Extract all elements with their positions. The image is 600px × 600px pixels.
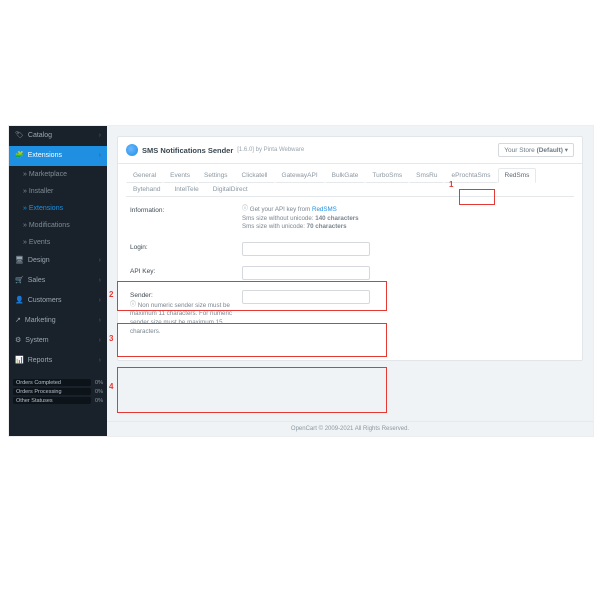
login-label: Login: [126, 242, 242, 251]
tab-events[interactable]: Events [163, 168, 197, 183]
sidebar: 🏷Catalog› 🧩Extensions› » Marketplace » I… [9, 126, 107, 436]
annotation-num-2: 2 [109, 290, 113, 299]
chevron-right-icon: › [99, 255, 101, 267]
sidebar-progress: Orders Completed0% Orders Processing0% O… [9, 379, 107, 404]
module-logo-icon [126, 144, 138, 156]
progress-other-statuses: Other Statuses [13, 397, 91, 404]
settings-panel: SMS Notifications Sender [1.6.0] by Pint… [117, 136, 583, 361]
information-label: Information: [126, 205, 242, 214]
chart-icon: 📊 [15, 355, 24, 367]
palette-icon: 🖥 [15, 255, 24, 267]
tab-bytehand[interactable]: Bytehand [126, 182, 167, 197]
page-title: SMS Notifications Sender [142, 146, 233, 155]
tab-redsms[interactable]: RedSms [498, 168, 537, 183]
tab-settings[interactable]: Settings [197, 168, 235, 183]
sidebar-item-system[interactable]: ⚙System› [9, 331, 107, 351]
sidebar-item-design[interactable]: 🖥Design› [9, 251, 107, 271]
tab-clickatell[interactable]: Clickatell [235, 168, 275, 183]
tab-digitaldirect[interactable]: DigitalDirect [206, 182, 255, 197]
sidebar-item-sales[interactable]: 🛒Sales› [9, 271, 107, 291]
sidebar-sub-marketplace[interactable]: » Marketplace [9, 166, 107, 183]
user-icon: 👤 [15, 295, 24, 307]
sender-input[interactable] [242, 290, 370, 304]
cart-icon: 🛒 [15, 275, 24, 287]
main-content: SMS Notifications Sender [1.6.0] by Pint… [107, 126, 593, 436]
info-icon: ⓘ [242, 206, 248, 212]
chevron-right-icon: › [99, 335, 101, 347]
tab-general[interactable]: General [126, 168, 163, 183]
sidebar-item-extensions[interactable]: 🧩Extensions› [9, 146, 107, 166]
chevron-right-icon: › [99, 150, 101, 162]
sidebar-item-catalog[interactable]: 🏷Catalog› [9, 126, 107, 146]
sender-label: Sender: ⓘ Non numeric sender size must b… [126, 290, 242, 337]
annotation-num-3: 3 [109, 334, 113, 343]
info-icon: ⓘ [130, 302, 136, 308]
sidebar-item-marketing[interactable]: ↗Marketing› [9, 311, 107, 331]
chevron-right-icon: › [99, 275, 101, 287]
tag-icon: 🏷 [15, 130, 24, 142]
progress-orders-completed: Orders Completed [13, 379, 91, 386]
sidebar-sub-installer[interactable]: » Installer [9, 183, 107, 200]
redsms-link[interactable]: RedSMS [312, 206, 337, 213]
tab-inteltele[interactable]: IntelTele [167, 182, 205, 197]
sidebar-sub-extensions[interactable]: » Extensions [9, 200, 107, 217]
chevron-down-icon: ▾ [565, 147, 568, 154]
puzzle-icon: 🧩 [15, 150, 24, 162]
sidebar-sub-modifications[interactable]: » Modifications [9, 217, 107, 234]
apikey-input[interactable] [242, 266, 370, 280]
progress-orders-processing: Orders Processing [13, 388, 91, 395]
chevron-right-icon: › [99, 355, 101, 367]
footer: OpenCart © 2009-2021 All Rights Reserved… [107, 421, 593, 436]
sidebar-sub-events[interactable]: » Events [9, 234, 107, 251]
tab-turbosms[interactable]: TurboSms [365, 168, 409, 183]
apikey-label: API Key: [126, 266, 242, 275]
sidebar-item-customers[interactable]: 👤Customers› [9, 291, 107, 311]
sidebar-item-reports[interactable]: 📊Reports› [9, 351, 107, 371]
annotation-num-4: 4 [109, 382, 113, 391]
gear-icon: ⚙ [15, 335, 21, 347]
information-text: ⓘ Get your API key from RedSMS Sms size … [242, 205, 574, 232]
share-icon: ↗ [15, 315, 21, 327]
tab-smsru[interactable]: SmsRu [409, 168, 444, 183]
chevron-right-icon: › [99, 130, 101, 142]
chevron-right-icon: › [99, 295, 101, 307]
chevron-right-icon: › [99, 315, 101, 327]
tabs: GeneralEventsSettingsClickatellGatewayAP… [118, 164, 582, 196]
annotation-num-1: 1 [449, 180, 453, 189]
store-select[interactable]: Your Store (Default) ▾ [498, 143, 574, 157]
tab-bulkgate[interactable]: BulkGate [325, 168, 366, 183]
login-input[interactable] [242, 242, 370, 256]
tab-gatewayapi[interactable]: GatewayAPI [275, 168, 325, 183]
page-subtitle: [1.6.0] by Pinta Webware [237, 147, 304, 153]
